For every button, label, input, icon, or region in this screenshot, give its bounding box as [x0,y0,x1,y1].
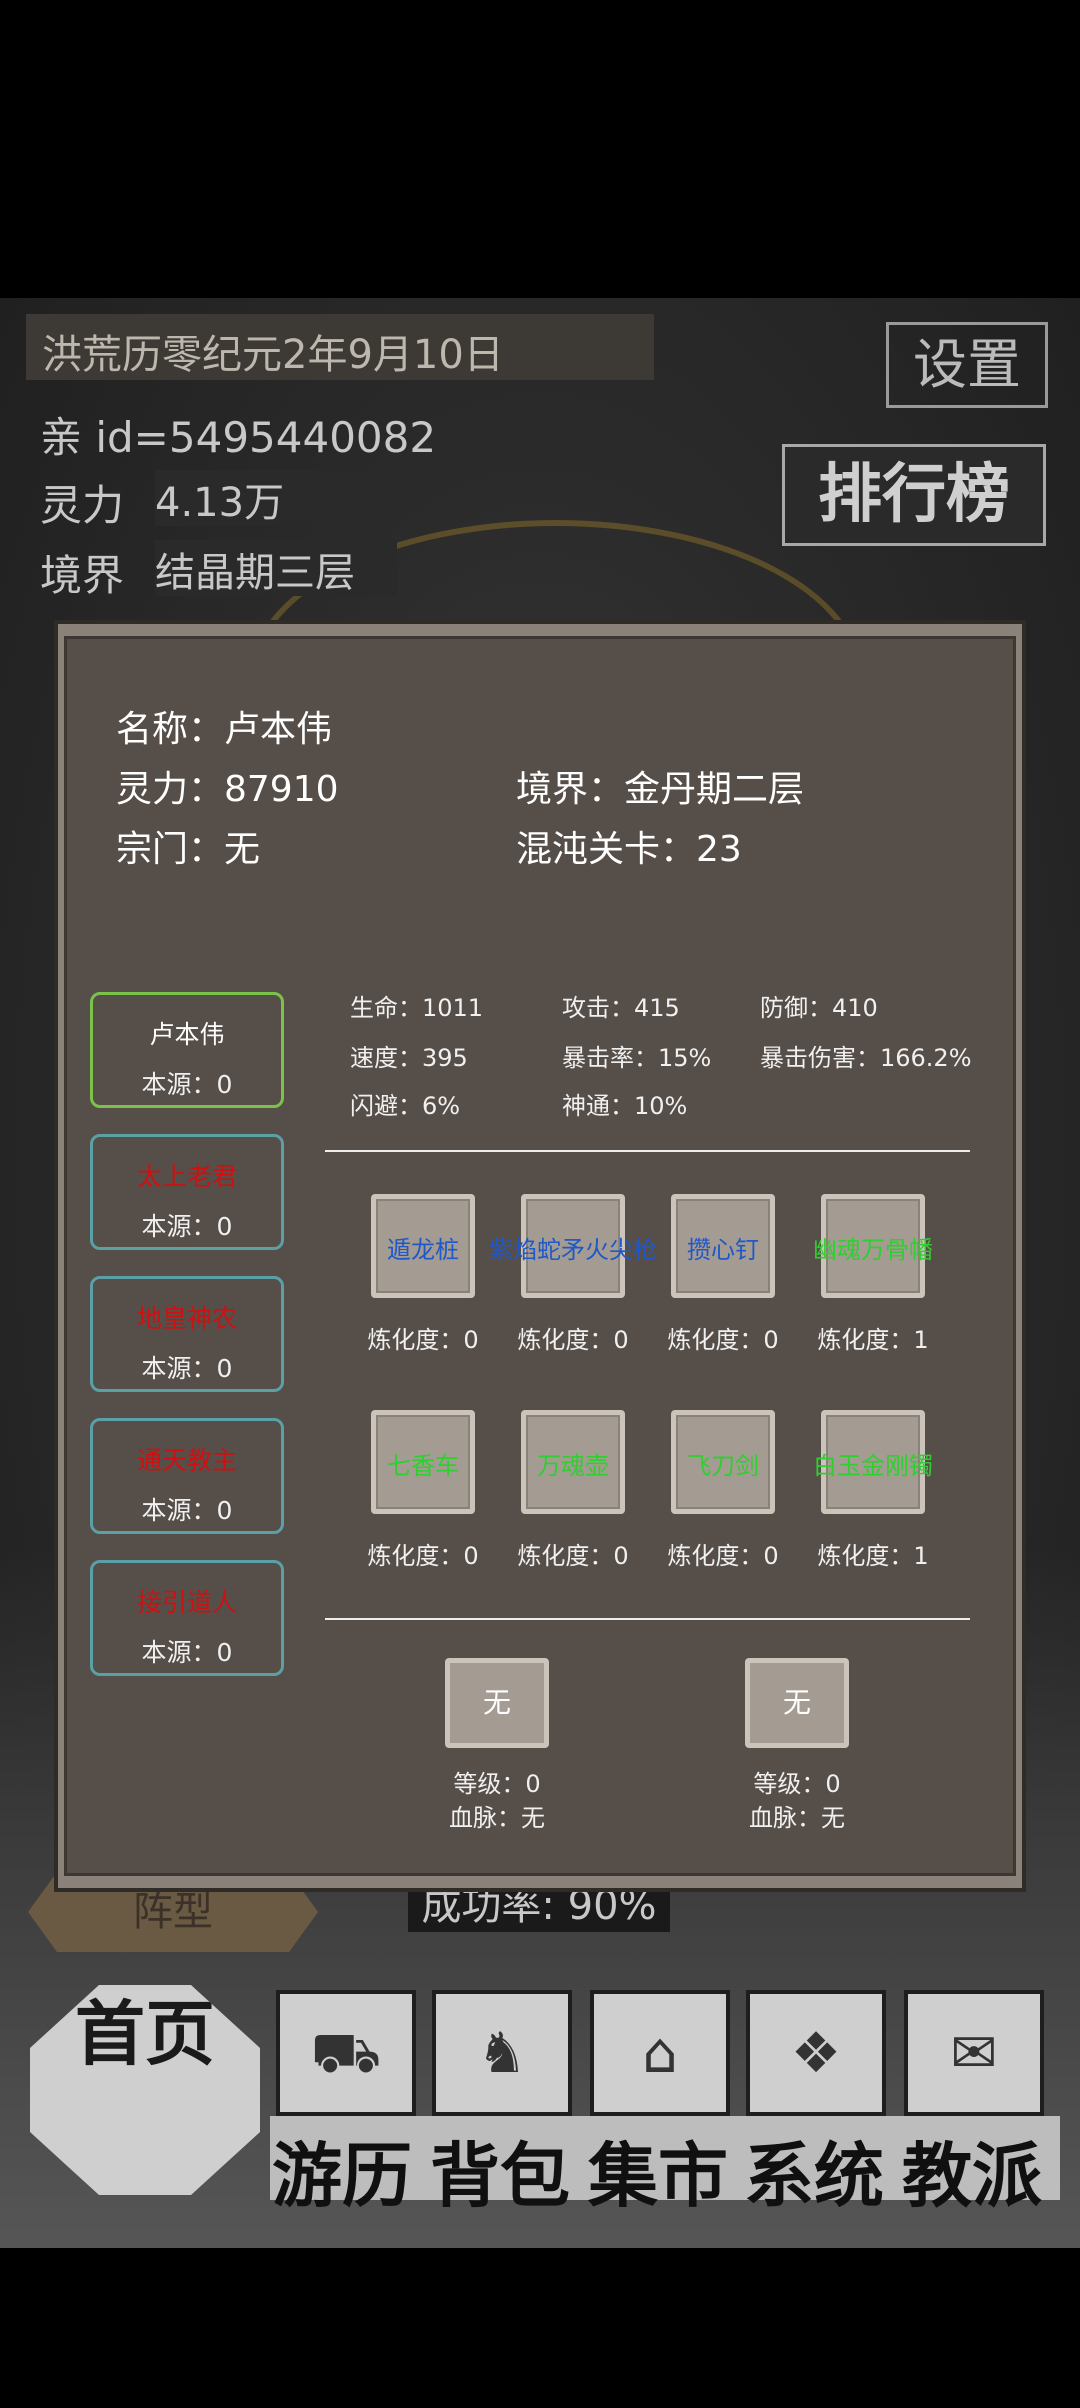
stat-dodge: 闪避：6% [350,1092,461,1120]
stat-divine: 神通：10% [562,1092,688,1120]
nav-bag[interactable]: 背包 [430,2120,570,2221]
character-card[interactable]: 卢本伟 本源：0 [90,992,284,1108]
realm-value: 结晶期三层 [155,540,397,596]
pet-bloodline: 血脉：无 [749,1804,845,1832]
settings-button[interactable]: 设置 [886,322,1048,408]
stat-crit-damage: 暴击伤害：166.2% [760,1044,972,1072]
bag-icon[interactable]: ♞ [432,1990,572,2116]
system-icon[interactable]: ❖ [746,1990,886,2116]
spirit-value: 4.13万 [155,470,397,526]
treasure-name: 幽魂万骨幡 [813,1236,933,1264]
treasure-refine: 炼化度：0 [367,1542,479,1570]
character-base: 本源：0 [141,1638,233,1667]
player-id: 亲 id=5495440082 [40,413,437,462]
treasure-name: 白玉金刚镯 [813,1452,933,1480]
nav-sect[interactable]: 教派 [902,2120,1042,2221]
stat-attack: 攻击：415 [562,994,680,1022]
stat-defense: 防御：410 [760,994,878,1022]
profile-spirit: 灵力：87910 [116,769,339,810]
nav-market[interactable]: 集市 [588,2120,728,2221]
nav-travel[interactable]: 游历 [272,2120,412,2221]
character-card[interactable]: 通天教主 本源：0 [90,1418,284,1534]
treasure-refine: 炼化度：0 [667,1326,779,1354]
pet-level: 等级：0 [453,1770,541,1798]
stat-hp: 生命：1011 [350,994,484,1022]
treasure-refine: 炼化度：0 [667,1542,779,1570]
character-name: 太上老君 [136,1162,237,1191]
character-name: 通天教主 [136,1446,237,1475]
character-base: 本源：0 [141,1212,233,1241]
character-base: 本源：0 [141,1354,233,1383]
pet-bloodline: 血脉：无 [449,1804,545,1832]
profile-name: 名称：卢本伟 [116,709,333,750]
sect-icon[interactable]: ✉ [904,1990,1044,2116]
realm-label: 境界 [40,551,125,600]
stat-crit-rate: 暴击率：15% [562,1044,712,1072]
nav-system[interactable]: 系统 [744,2120,884,2221]
spirit-label: 灵力 [40,481,125,530]
pet-slot[interactable]: 无 [445,1658,549,1748]
character-name: 地皇神农 [136,1304,237,1333]
pet-level: 等级：0 [753,1770,841,1798]
game-date: 洪荒历零纪元2年9月10日 [42,332,504,378]
profile-sect: 宗门：无 [116,829,261,870]
treasure-refine: 炼化度：1 [817,1542,929,1570]
home-button[interactable]: 首页 [30,1985,260,2195]
stat-speed: 速度：395 [350,1044,468,1072]
divider [325,1150,970,1152]
character-card[interactable]: 太上老君 本源：0 [90,1134,284,1250]
travel-icon[interactable]: ⛟ [276,1990,416,2116]
character-card[interactable]: 地皇神农 本源：0 [90,1276,284,1392]
character-base: 本源：0 [141,1496,233,1525]
leaderboard-button[interactable]: 排行榜 [782,444,1046,546]
treasure-refine: 炼化度：0 [367,1326,479,1354]
character-name: 卢本伟 [149,1020,225,1049]
treasure-refine: 炼化度：0 [517,1542,629,1570]
pet-slot[interactable]: 无 [745,1658,849,1748]
divider [325,1618,970,1620]
market-icon[interactable]: ⌂ [590,1990,730,2116]
treasure-refine: 炼化度：0 [517,1326,629,1354]
profile-chaos-stage: 混沌关卡：23 [516,829,742,870]
character-card[interactable]: 接引道人 本源：0 [90,1560,284,1676]
character-name: 接引道人 [136,1588,237,1617]
treasure-refine: 炼化度：1 [817,1326,929,1354]
character-base: 本源：0 [141,1070,233,1099]
profile-realm: 境界：金丹期二层 [516,769,805,810]
